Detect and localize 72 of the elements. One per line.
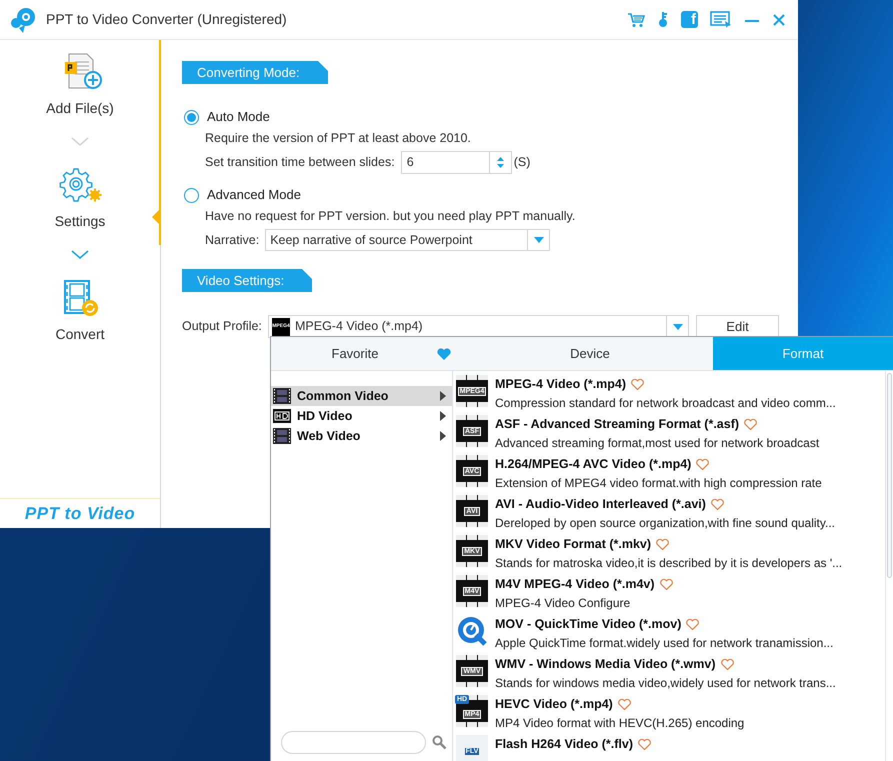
radio-label: Auto Mode [207, 108, 270, 126]
sidebar-item[interactable]: Convert [20, 278, 140, 345]
key-icon[interactable] [657, 11, 669, 28]
format-description: MP4 Video format with HEVC(H.265) encoding [495, 715, 744, 732]
sidebar-item[interactable]: Settings [20, 165, 140, 232]
format-title[interactable]: MKV Video Format (*.mkv) [495, 535, 652, 554]
field-label: Output Profile: [182, 318, 263, 336]
close-icon[interactable] [772, 12, 786, 26]
cart-icon[interactable] [627, 12, 645, 28]
radio-button[interactable] [184, 110, 199, 124]
heart-icon[interactable] [720, 659, 734, 670]
format-title[interactable]: HEVC Video (*.mp4) [495, 695, 613, 714]
format-description: Dereloped by open source organization,with fine sound quality... [495, 515, 835, 532]
search-field[interactable] [281, 730, 426, 754]
category-item[interactable]: HD Video [271, 406, 452, 426]
heart-icon [437, 348, 451, 360]
format-description: MPEG-4 Video Configure [495, 595, 632, 612]
category-item[interactable]: Common Video [271, 386, 452, 406]
dropdown-arrow-icon[interactable] [534, 237, 544, 243]
feedback-icon[interactable] [710, 11, 732, 28]
format-title[interactable]: MOV - QuickTime Video (*.mov) [495, 615, 682, 634]
edit-button[interactable]: Edit [696, 315, 779, 338]
app-logo-icon [9, 6, 37, 34]
heart-icon[interactable] [660, 579, 673, 590]
narrative-select[interactable]: Keep narrative of source Powerpoint [265, 229, 550, 251]
category-item[interactable]: Web Video [271, 426, 452, 446]
menu-tab[interactable]: Device [467, 337, 713, 370]
field-label: Narrative: [205, 232, 260, 249]
heart-icon[interactable] [686, 619, 700, 630]
format-title[interactable]: ASF - Advanced Streaming Format (*.asf) [495, 415, 740, 434]
format-description: Stands for matroska video,it is described by it is developers as '... [495, 555, 842, 572]
scrollbar-thumb[interactable] [887, 373, 892, 578]
format-title[interactable]: H.264/MPEG-4 AVC Video (*.mp4) [495, 455, 692, 474]
heart-icon[interactable] [618, 699, 631, 710]
mode-description: Require the version of PPT at least above 2010. [205, 130, 472, 147]
hd-icon [273, 409, 291, 423]
section-header: Video Settings: [182, 269, 312, 292]
section-header: Converting Mode: [182, 61, 328, 84]
quicktime-icon [456, 615, 488, 647]
format-title[interactable]: M4V MPEG-4 Video (*.m4v) [495, 575, 655, 594]
format-description: Stands for windows media video,widely used for network trans... [495, 675, 836, 692]
format-description: Extension of MPEG4 video format.with high compression rate [495, 475, 822, 492]
sidebar-item[interactable]: Add File(s) [20, 52, 140, 119]
heart-icon[interactable] [744, 419, 758, 430]
radio-button[interactable] [184, 188, 199, 202]
format-description: Apple QuickTime format.widely used for network tranamission... [495, 635, 834, 652]
field-label: Set transition time between slides: [205, 154, 395, 172]
unit-label: (S) [514, 154, 530, 172]
format-title[interactable]: Flash H264 Video (*.flv) [495, 735, 634, 754]
radio-label: Advanced Mode [207, 186, 301, 204]
film-strip-icon [273, 388, 291, 404]
number-spinner[interactable]: 6 [400, 151, 512, 174]
brand-logo-text: PPT to Video [24, 502, 136, 525]
film-strip-icon [273, 428, 291, 444]
chevron-down-icon [71, 137, 89, 147]
format-description: Advanced streaming format,most used for network broadcast [495, 435, 820, 452]
mode-description: Have no request for PPT version. but you need play PPT manually. [205, 208, 576, 225]
heart-icon[interactable] [656, 539, 670, 550]
format-description: Compression standard for network broadcast and video comm... [495, 395, 836, 412]
format-title[interactable]: AVI - Audio-Video Interleaved (*.avi) [495, 495, 706, 514]
format-title[interactable]: MPEG-4 Video (*.mp4) [495, 375, 626, 394]
heart-icon[interactable] [710, 499, 724, 510]
heart-icon[interactable] [638, 739, 652, 750]
search-icon[interactable] [432, 734, 447, 750]
format-title[interactable]: WMV - Windows Media Video (*.wmv) [495, 655, 716, 674]
dropdown-arrow-icon[interactable] [672, 324, 682, 330]
window-title: PPT to Video Converter (Unregistered) [46, 10, 287, 29]
heart-icon[interactable] [696, 459, 710, 470]
menu-tab[interactable]: Favorite [271, 337, 439, 370]
spinner-arrows-icon[interactable] [496, 157, 504, 168]
chevron-down-icon [71, 250, 89, 260]
heart-icon[interactable] [631, 379, 644, 390]
